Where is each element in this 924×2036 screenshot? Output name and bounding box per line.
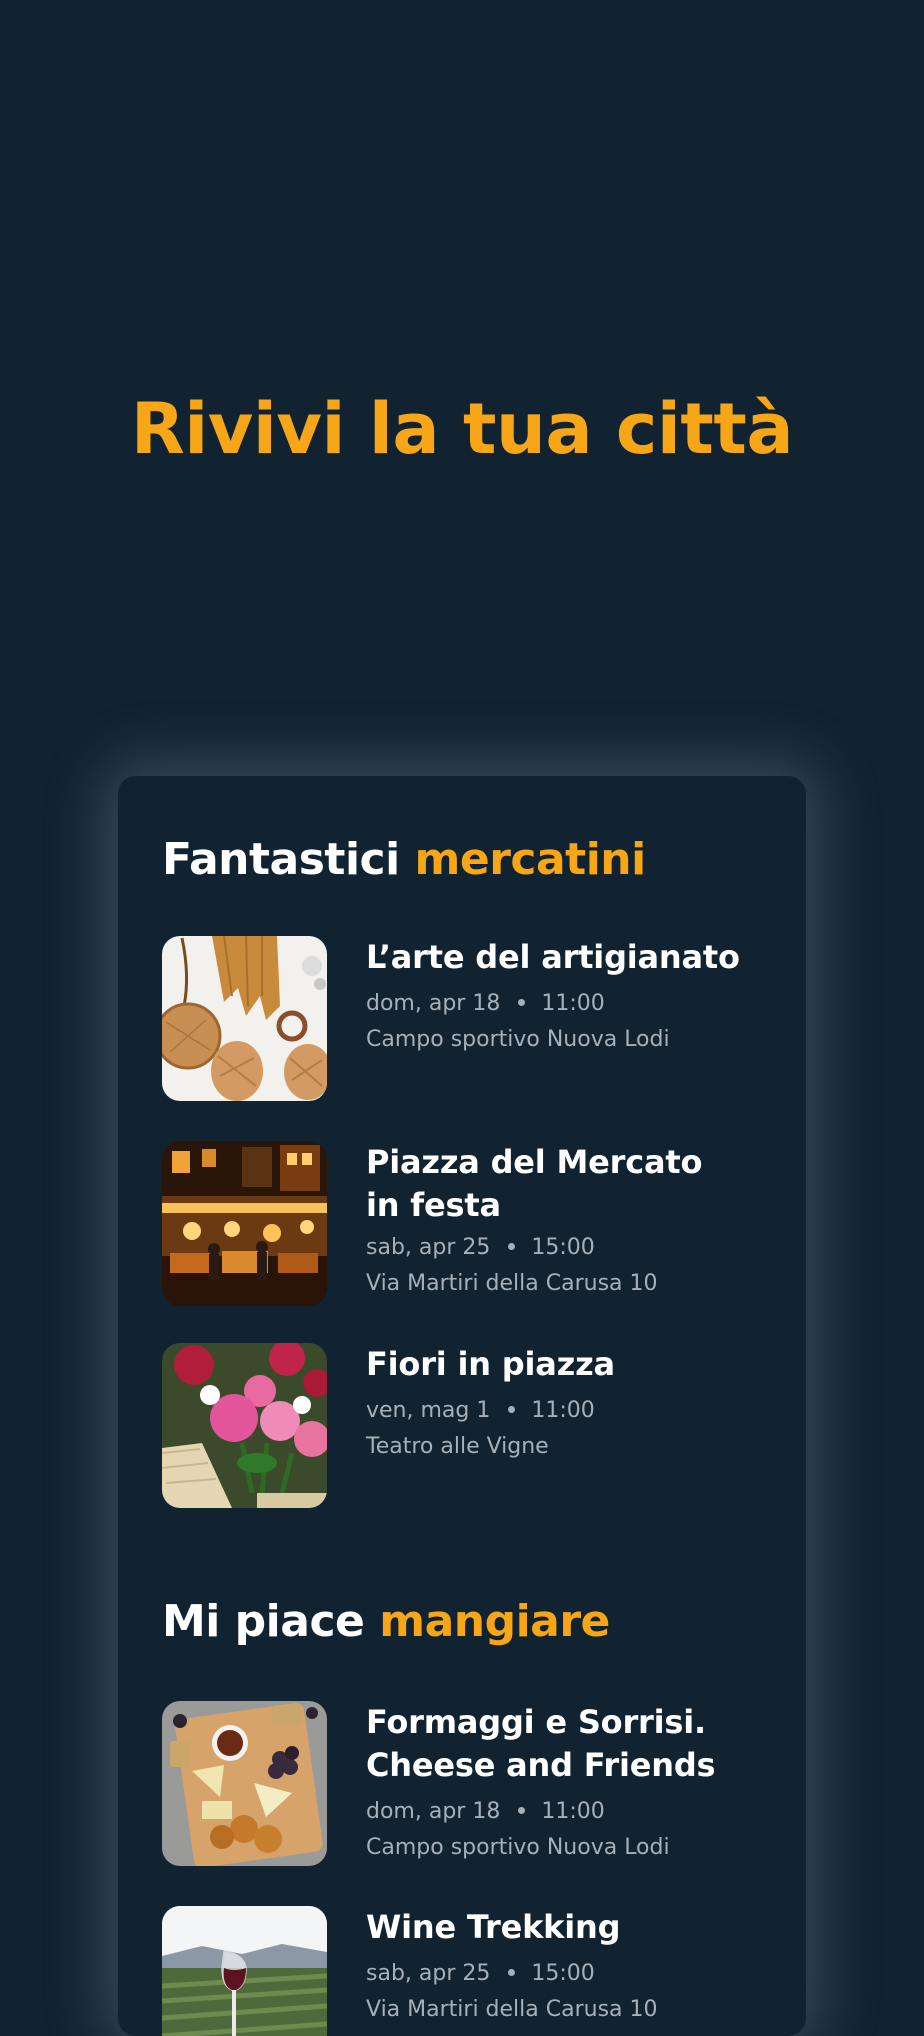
event-date: ven, mag 1 <box>366 1398 491 1423</box>
section-title-mangiare: Mi piace mangiare <box>162 1594 610 1650</box>
event-title: Piazza del Mercato in festa <box>366 1143 703 1224</box>
event-info: Piazza del Mercato in festa sab, apr 25 1… <box>366 1141 746 1299</box>
event-datetime: dom, apr 18 11:00 <box>366 989 746 1019</box>
event-time: 11:00 <box>541 1799 605 1824</box>
event-time: 15:00 <box>531 1961 595 1986</box>
event-location: Campo sportivo Nuova Lodi <box>366 1027 670 1052</box>
section-title-main: Mi piace <box>162 1596 365 1647</box>
section-title-main: Fantastici <box>162 834 400 885</box>
night-market-photo <box>162 1141 327 1306</box>
separator-dot-icon <box>518 1806 526 1814</box>
event-location: Via Martiri della Carusa 10 <box>366 1271 658 1296</box>
event-time: 15:00 <box>531 1235 595 1260</box>
section-title-accent: mercatini <box>414 834 647 885</box>
separator-dot-icon <box>508 1242 516 1250</box>
event-time: 11:00 <box>541 991 605 1016</box>
event-location: Teatro alle Vigne <box>366 1434 549 1459</box>
section-title-accent: mangiare <box>379 1596 610 1647</box>
event-info: L’arte del artigianato dom, apr 18 11:00 … <box>366 936 746 1055</box>
event-date: sab, apr 25 <box>366 1961 491 1986</box>
hero-title: Rivivi la tua città <box>130 388 794 470</box>
vineyard-photo <box>162 1906 327 2036</box>
event-title: Fiori in piazza <box>366 1345 615 1383</box>
event-time: 11:00 <box>531 1398 595 1423</box>
event-title: Formaggi e Sorrisi. Cheese and Friends <box>366 1703 716 1784</box>
event-datetime: sab, apr 25 15:00 <box>366 1959 746 1989</box>
separator-dot-icon <box>508 1968 516 1976</box>
crafts-photo <box>162 936 327 1101</box>
event-info: Formaggi e Sorrisi. Cheese and Friends d… <box>366 1701 746 1863</box>
event-datetime: ven, mag 1 11:00 <box>366 1396 746 1426</box>
event-datetime: dom, apr 18 11:00 <box>366 1797 746 1827</box>
separator-dot-icon <box>508 1405 516 1413</box>
event-date: dom, apr 18 <box>366 1799 501 1824</box>
flowers-photo <box>162 1343 327 1508</box>
event-title: L’arte del artigianato <box>366 938 740 976</box>
cheese-board-photo <box>162 1701 327 1866</box>
event-datetime: sab, apr 25 15:00 <box>366 1233 746 1263</box>
event-date: sab, apr 25 <box>366 1235 491 1260</box>
event-info: Wine Trekking sab, apr 25 15:00 Via Marti… <box>366 1906 746 2025</box>
section-title-mercatini: Fantastici mercatini <box>162 832 646 888</box>
events-card: Fantastici mercatini L’arte del artigian… <box>118 776 806 2036</box>
event-date: dom, apr 18 <box>366 991 501 1016</box>
separator-dot-icon <box>518 998 526 1006</box>
event-location: Campo sportivo Nuova Lodi <box>366 1835 670 1860</box>
event-info: Fiori in piazza ven, mag 1 11:00 Teatro a… <box>366 1343 746 1462</box>
event-title: Wine Trekking <box>366 1908 621 1946</box>
